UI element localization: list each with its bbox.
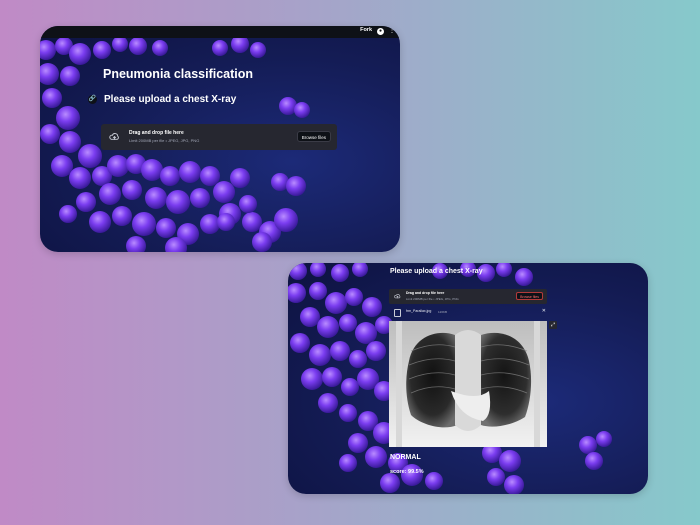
file-uploader-dropzone[interactable]: Drag and drop file here Limit 200MB per … bbox=[389, 289, 547, 304]
cloud-upload-icon bbox=[109, 133, 119, 140]
top-toolbar: Fork ● ⋮ bbox=[40, 26, 400, 38]
dropzone-limit-text: Limit 200MB per file • JPEG, JPG, PNG bbox=[406, 297, 459, 301]
app-screenshot-initial: Fork ● ⋮ Pneumonia classification 🔗 Plea… bbox=[40, 26, 400, 252]
file-uploader-dropzone[interactable]: Drag and drop file here Limit 200MB per … bbox=[101, 124, 337, 150]
fullscreen-expand-icon[interactable]: ⤢ bbox=[549, 321, 557, 329]
browse-files-button[interactable]: Browse files bbox=[296, 131, 331, 142]
uploaded-file-name: frm_Parallax.jpg bbox=[406, 309, 432, 313]
fork-button[interactable]: Fork bbox=[360, 27, 372, 33]
upload-heading: Please upload a chest X-ray bbox=[390, 268, 483, 275]
prediction-score: score: 99.5% bbox=[390, 469, 424, 475]
browse-files-button[interactable]: Browse files bbox=[516, 292, 543, 300]
app-screenshot-result: Please upload a chest X-ray Drag and dro… bbox=[288, 263, 648, 494]
chest-xray-image bbox=[389, 321, 547, 447]
uploaded-file-row: frm_Parallax.jpg 126KB ✕ bbox=[394, 308, 546, 317]
more-vert-icon[interactable]: ⋮ bbox=[389, 28, 395, 35]
upload-heading: Please upload a chest X-ray bbox=[104, 94, 237, 105]
cloud-upload-icon bbox=[394, 294, 401, 299]
prediction-label: NORMAL bbox=[390, 454, 421, 461]
close-icon[interactable]: ✕ bbox=[542, 308, 546, 314]
file-icon bbox=[394, 309, 401, 317]
github-icon[interactable]: ● bbox=[377, 28, 384, 35]
uploaded-file-size: 126KB bbox=[438, 309, 448, 314]
dropzone-instructions: Drag and drop file here bbox=[129, 130, 184, 136]
dropzone-instructions: Drag and drop file here bbox=[406, 291, 445, 295]
page-title: Pneumonia classification bbox=[103, 67, 254, 81]
link-icon[interactable]: 🔗 bbox=[88, 95, 97, 104]
dropzone-limit-text: Limit 200MB per file • JPEG, JPG, PNG bbox=[129, 138, 200, 143]
